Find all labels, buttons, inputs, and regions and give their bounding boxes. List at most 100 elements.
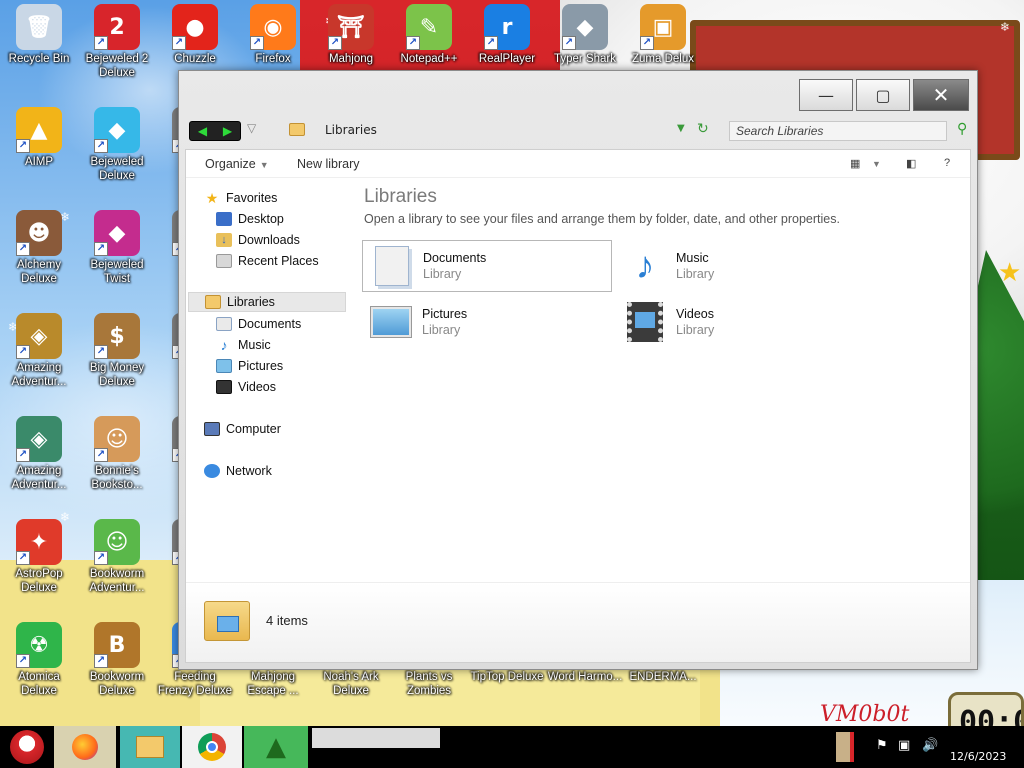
- navigation-pane: ★ Favorites Desktop ↓ Downloads Recent P…: [186, 178, 351, 582]
- desktop-icon-chuzzle[interactable]: ● ↗ Chuzzle: [156, 0, 234, 80]
- desktop-icon-label: Notepad++: [400, 53, 458, 65]
- shortcut-arrow-icon: ↗: [94, 551, 108, 565]
- desktop-icon-zuma-deluxe[interactable]: ▣ ↗ Zuma Delux: [624, 0, 702, 80]
- nav-label: Pictures: [238, 359, 284, 373]
- desktop-icon-label: Bejeweled Deluxe: [90, 156, 144, 182]
- taskbar-blank-field[interactable]: [312, 728, 440, 748]
- shortcut-arrow-icon: ↗: [250, 36, 264, 50]
- address-dropdown-icon[interactable]: ▼: [677, 123, 685, 134]
- view-dropdown-icon[interactable]: ▼: [872, 159, 881, 169]
- nav-item-desktop[interactable]: Desktop: [216, 209, 374, 229]
- volume-icon[interactable]: 🔊: [922, 738, 938, 753]
- nav-item-favorites[interactable]: ★ Favorites: [204, 188, 362, 208]
- start-button[interactable]: [2, 726, 52, 768]
- back-forward-buttons[interactable]: ◀ ▶: [189, 121, 241, 141]
- recycle-bin-icon: 🗑: [16, 4, 62, 50]
- maximize-button[interactable]: ▢: [856, 79, 910, 111]
- desktop-icon-bookworm-deluxe[interactable]: B ↗ Bookworm Deluxe: [78, 618, 156, 698]
- desktop-icon-amazing-adventures-1[interactable]: ◈ ↗ Amazing Adventur...: [0, 309, 78, 389]
- nav-label: Recent Places: [238, 254, 319, 268]
- desktop-icon-bejeweled-deluxe[interactable]: ◆ ↗ Bejeweled Deluxe: [78, 103, 156, 183]
- shortcut-arrow-icon: ↗: [94, 139, 108, 153]
- nav-item-network[interactable]: Network: [204, 461, 362, 481]
- forward-arrow-icon[interactable]: ▶: [223, 124, 232, 138]
- music-icon: ♪: [220, 337, 228, 353]
- nav-item-libraries[interactable]: Libraries: [188, 292, 346, 312]
- desktop-icon-label: Big Money Deluxe: [89, 362, 145, 388]
- desktop-icon-amazing-adventures-2[interactable]: ◈ ↗ Amazing Adventur...: [0, 412, 78, 492]
- action-center-icon[interactable]: ⚑: [876, 738, 888, 753]
- nav-item-computer[interactable]: Computer: [204, 419, 362, 439]
- refresh-icon[interactable]: ↻: [697, 121, 709, 137]
- network-tray-icon[interactable]: ▣: [898, 738, 910, 753]
- desktop-icon-label: Atomica Deluxe: [18, 671, 60, 697]
- desktop-icon-atomica-deluxe[interactable]: ☢ ↗ Atomica Deluxe: [0, 618, 78, 698]
- desktop-icon-bonnies-bookstore[interactable]: ☺ ↗ Bonnie's Booksto...: [78, 412, 156, 492]
- nav-item-downloads[interactable]: ↓ Downloads: [216, 230, 374, 250]
- nav-item-videos[interactable]: Videos: [216, 377, 374, 397]
- star-icon: ★: [205, 189, 219, 206]
- organize-button[interactable]: Organize ▼: [205, 157, 269, 171]
- desktop-icon-notepad-plus-plus[interactable]: ✎ ↗ Notepad++: [390, 0, 468, 80]
- back-arrow-icon[interactable]: ◀: [198, 124, 207, 138]
- desktop-icon-typer-shark[interactable]: ◆ ↗ Typer Shark: [546, 0, 624, 80]
- bejeweled-2-icon: 2 ↗: [94, 4, 140, 50]
- bookworm-adventures-icon: ☺ ↗: [94, 519, 140, 565]
- nav-label: Videos: [238, 380, 276, 394]
- desktop-icon-firefox[interactable]: ◉ ↗ Firefox: [234, 0, 312, 80]
- recent-pages-dropdown[interactable]: ▽: [247, 121, 256, 135]
- taskbar-explorer[interactable]: [120, 726, 180, 768]
- minimize-button[interactable]: —: [799, 79, 853, 111]
- videos-icon: [216, 380, 232, 394]
- help-button[interactable]: ?: [944, 157, 950, 169]
- library-tile-music[interactable]: ♪ Music Library: [616, 240, 866, 292]
- documents-icon: [216, 317, 232, 331]
- library-name: Pictures: [422, 307, 468, 321]
- tray-date[interactable]: 12/6/2023: [950, 750, 1006, 763]
- amazing-adventures-icon: ◈ ↗: [16, 313, 62, 359]
- nav-item-recent-places[interactable]: Recent Places: [216, 251, 374, 271]
- content-pane: Libraries Open a library to see your fil…: [362, 178, 970, 582]
- nav-label: Network: [226, 464, 272, 478]
- library-kind: Library: [676, 267, 715, 281]
- desktop-icon-big-money-deluxe[interactable]: $ ↗ Big Money Deluxe: [78, 309, 156, 389]
- taskbar-chrome[interactable]: [182, 726, 242, 768]
- nav-item-music[interactable]: ♪ Music: [216, 335, 374, 355]
- desktop-icon-label: Amazing Adventur...: [11, 465, 67, 491]
- desktop-icon-alchemy-deluxe[interactable]: ☻ ↗ Alchemy Deluxe: [0, 206, 78, 286]
- shortcut-arrow-icon: ↗: [94, 654, 108, 668]
- desktop-icon-bookworm-adventures[interactable]: ☺ ↗ Bookworm Adventur...: [78, 515, 156, 595]
- desktop-icon-realplayer[interactable]: r ↗ RealPlayer: [468, 0, 546, 80]
- explorer-window[interactable]: — ▢ ✕ ◀ ▶ ▽ Libraries ▼ ↻ Search Librari…: [178, 70, 978, 670]
- library-name: Documents: [423, 251, 487, 265]
- desktop-icon-bejeweled-twist[interactable]: ◆ ↗ Bejeweled Twist: [78, 206, 156, 286]
- libraries-icon: [205, 295, 221, 309]
- desktop-icon-recycle-bin[interactable]: 🗑 Recycle Bin: [0, 0, 78, 80]
- desktop-icon-label: Feeding Frenzy Deluxe: [157, 671, 233, 697]
- address-bar[interactable]: Libraries: [325, 123, 377, 137]
- shortcut-arrow-icon: ↗: [16, 242, 30, 256]
- library-tile-videos[interactable]: Videos Library: [616, 296, 866, 348]
- taskbar-tree-app[interactable]: ▲: [244, 726, 308, 768]
- desktop-icon-label: Zuma Delux: [632, 53, 694, 65]
- videos-library-icon: [622, 300, 668, 344]
- search-icon[interactable]: ⚲: [957, 121, 967, 137]
- desktop-icon-aimp[interactable]: ▲ ↗ AIMP: [0, 103, 78, 183]
- desktop-icon-mahjong[interactable]: ⛩ ↗ Mahjong: [312, 0, 390, 80]
- star-icon: ★: [998, 258, 1022, 288]
- desktop-icon-bejeweled-2-deluxe[interactable]: 2 ↗ Bejeweled 2 Deluxe: [78, 0, 156, 80]
- new-library-button[interactable]: New library: [297, 157, 360, 171]
- library-tile-documents[interactable]: Documents Library: [362, 240, 612, 292]
- big-money-icon: $ ↗: [94, 313, 140, 359]
- library-tile-pictures[interactable]: Pictures Library: [362, 296, 612, 348]
- nav-item-documents[interactable]: Documents: [216, 314, 374, 334]
- taskbar-firefox[interactable]: [54, 726, 116, 768]
- desktop-icon-astropop-deluxe[interactable]: ✦ ↗ AstroPop Deluxe: [0, 515, 78, 595]
- firefox-icon: [72, 734, 98, 760]
- preview-pane-icon[interactable]: ◧: [906, 157, 916, 170]
- search-input[interactable]: Search Libraries: [729, 121, 947, 141]
- close-button[interactable]: ✕: [913, 79, 969, 111]
- view-options-icon[interactable]: ▦: [850, 157, 860, 170]
- tray-app-icon[interactable]: [836, 732, 854, 762]
- nav-item-pictures[interactable]: Pictures: [216, 356, 374, 376]
